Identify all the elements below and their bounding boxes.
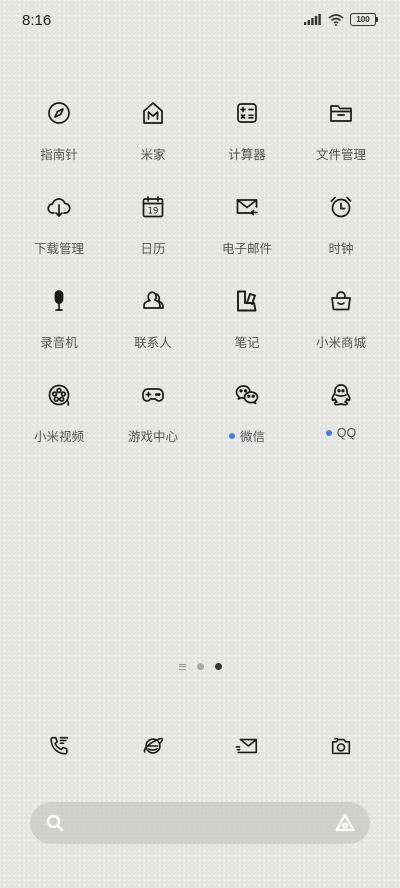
feed-page-icon [178, 663, 186, 670]
app-contacts[interactable]: 联系人 [106, 280, 200, 374]
app-label: QQ [325, 426, 356, 440]
app-label: 录音机 [40, 336, 78, 350]
shopping-bag-icon [326, 286, 356, 316]
camera-icon [331, 737, 351, 755]
status-bar: 8:16 100 [0, 0, 400, 40]
mijia-icon [138, 98, 168, 128]
status-icons: 100 [304, 13, 378, 26]
app-calendar[interactable]: 19 日历 [106, 186, 200, 280]
app-download-manager[interactable]: 下载管理 [12, 186, 106, 280]
dock-browser[interactable] [106, 728, 200, 764]
app-mijia[interactable]: 米家 [106, 92, 200, 186]
app-label: 笔记 [234, 336, 260, 350]
app-label: 米家 [140, 148, 166, 162]
signal-icon [304, 14, 321, 25]
calendar-icon: 19 [138, 192, 168, 222]
browser-icon [143, 737, 164, 754]
app-label: 小米商城 [315, 336, 366, 350]
app-email[interactable]: 电子邮件 [200, 186, 294, 280]
app-compass[interactable]: 指南针 [12, 92, 106, 186]
search-bar[interactable] [30, 802, 370, 844]
app-grid: 指南针 米家 计算器 文件管理 下载管理 19 日历 电子邮件 时钟 录音机 联… [12, 92, 388, 468]
search-icon [46, 814, 64, 832]
wechat-icon [232, 380, 262, 410]
app-recorder[interactable]: 录音机 [12, 280, 106, 374]
app-label: 计算器 [228, 148, 266, 162]
contacts-icon [138, 286, 168, 316]
new-indicator-dot [228, 432, 235, 439]
microphone-icon [44, 286, 74, 316]
app-wechat[interactable]: 微信 [200, 374, 294, 468]
app-label: 下载管理 [33, 242, 84, 256]
video-reel-icon [44, 380, 74, 410]
app-label: 微信 [228, 426, 265, 445]
app-label: 日历 [140, 242, 166, 256]
compass-icon [44, 98, 74, 128]
page-indicator[interactable] [0, 663, 400, 670]
page-dot-1 [196, 663, 204, 670]
search-input[interactable] [76, 812, 320, 836]
notes-icon [232, 286, 262, 316]
email-icon [232, 192, 262, 222]
app-label: 小米视频 [33, 430, 84, 444]
calendar-day: 19 [148, 207, 159, 217]
app-label: 文件管理 [315, 148, 366, 162]
app-label: 游戏中心 [127, 430, 178, 444]
app-qq[interactable]: QQ [294, 374, 388, 468]
dock-phone[interactable] [12, 728, 106, 764]
battery-icon: 100 [350, 13, 378, 26]
app-label: 时钟 [328, 242, 354, 256]
app-label: 电子邮件 [221, 242, 272, 256]
download-icon [44, 192, 74, 222]
calculator-icon [232, 98, 262, 128]
wifi-icon [328, 13, 344, 26]
phone-icon [50, 736, 69, 755]
new-indicator-dot [325, 430, 332, 436]
app-notes[interactable]: 笔记 [200, 280, 294, 374]
dock-messages[interactable] [200, 728, 294, 764]
voice-assistant-icon[interactable] [334, 812, 356, 834]
app-label: 联系人 [134, 336, 172, 350]
app-clock[interactable]: 时钟 [294, 186, 388, 280]
app-mi-video[interactable]: 小米视频 [12, 374, 106, 468]
app-mi-store[interactable]: 小米商城 [294, 280, 388, 374]
app-game-center[interactable]: 游戏中心 [106, 374, 200, 468]
dock-camera[interactable] [294, 728, 388, 764]
app-label: 指南针 [40, 148, 78, 162]
dock [12, 728, 388, 764]
alarm-clock-icon [326, 192, 356, 222]
app-file-manager[interactable]: 文件管理 [294, 92, 388, 186]
page-dot-2-active [214, 663, 222, 670]
messages-icon [235, 738, 258, 754]
app-calculator[interactable]: 计算器 [200, 92, 294, 186]
status-time: 8:16 [22, 12, 52, 29]
gamepad-icon [138, 380, 168, 410]
file-manager-icon [326, 98, 356, 128]
qq-penguin-icon [326, 380, 356, 410]
